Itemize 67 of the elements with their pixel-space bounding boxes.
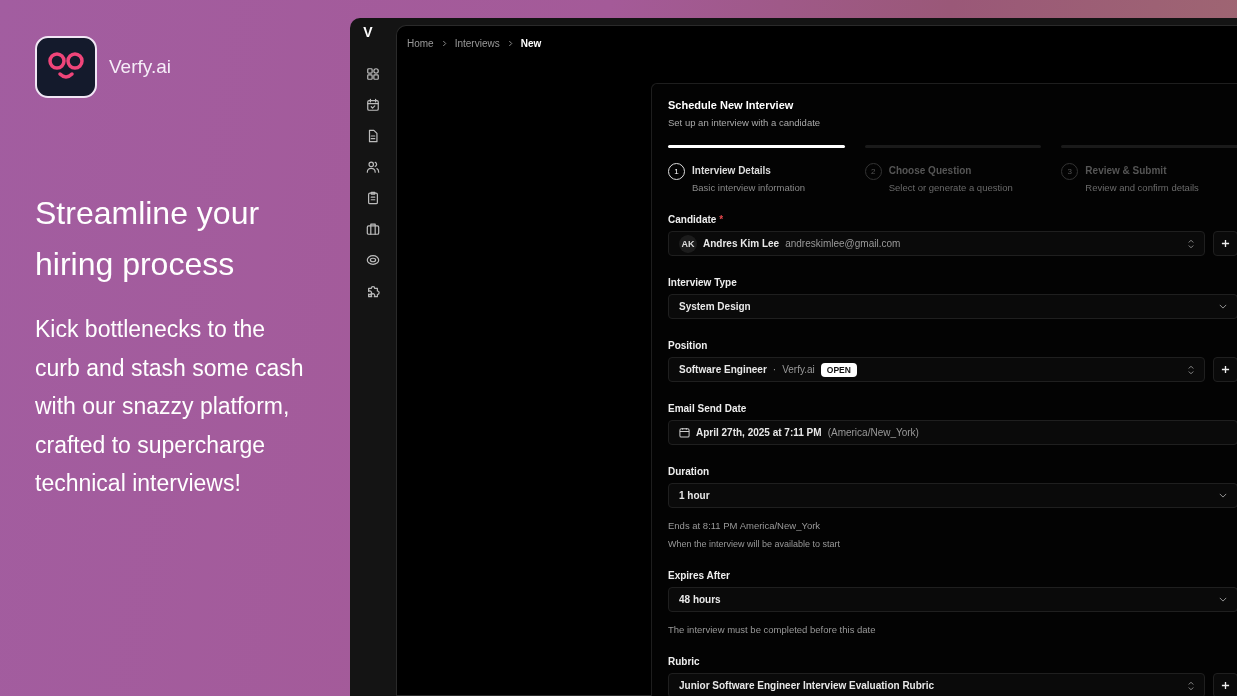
timezone-text: (America/New_York): [827, 427, 919, 438]
chevron-down-icon: [1219, 597, 1227, 602]
separator-dot: ·: [772, 364, 777, 375]
add-button[interactable]: [1213, 673, 1237, 696]
field-label: Duration: [668, 466, 710, 477]
form-subtitle: Set up an interview with a candidate: [668, 117, 822, 128]
selected-value: Junior Software Engineer Interview Evaluation Rubric: [679, 680, 935, 691]
helper-text: When the interview will be available to start: [668, 539, 842, 549]
select-field[interactable]: System Design: [668, 294, 1237, 319]
tagline: Kick bottlenecks to the curb and stash some cash with our snazzy platform, crafted to supercharge technical interviews!: [35, 315, 305, 498]
document-icon[interactable]: [366, 129, 380, 143]
eye-icon[interactable]: [366, 253, 380, 267]
date-value: April 27th, 2025 at 7:11 PM: [696, 427, 822, 438]
app-logo[interactable]: V: [363, 24, 373, 40]
candidate-email: andreskimlee@gmail.com: [785, 238, 901, 249]
brand-name: Verfy.ai: [109, 56, 171, 78]
step-tab[interactable]: 3 Review & Submit Review and confirm details: [1061, 145, 1237, 193]
logo-icon: [35, 36, 97, 98]
field-label: Rubric: [668, 656, 700, 667]
headline: Streamline your hiring process: [35, 194, 261, 284]
calendar-icon: [679, 427, 690, 438]
chevron-down-icon: [1219, 304, 1227, 309]
selected-value: System Design: [679, 301, 751, 312]
clipboard-icon[interactable]: [366, 191, 380, 205]
select-field[interactable]: Software Engineer · Verfy.ai OPEN: [668, 357, 1205, 382]
select-field[interactable]: 48 hours: [668, 587, 1237, 612]
breadcrumb-link[interactable]: Home: [407, 38, 434, 49]
up-down-chevron-icon: [1188, 238, 1194, 249]
step-tab[interactable]: 2 Choose Question Select or generate a question: [864, 145, 1042, 193]
grid-icon[interactable]: [366, 67, 380, 81]
selected-value: 48 hours: [679, 594, 721, 605]
form-title: Schedule New Interview: [668, 99, 795, 111]
plus-icon: [1221, 365, 1230, 374]
calendar-icon[interactable]: [366, 98, 380, 112]
puzzle-icon[interactable]: [366, 284, 380, 298]
up-down-chevron-icon: [1188, 680, 1194, 691]
helper-text: Ends at 8:11 PM America/New_York: [668, 520, 822, 531]
selected-value: 1 hour: [679, 490, 710, 501]
chevron-right-icon: [507, 40, 513, 47]
select-field[interactable]: 1 hour: [668, 483, 1237, 508]
add-button[interactable]: [1213, 231, 1237, 256]
field-label: Expires After: [668, 570, 730, 581]
field-label: Position: [668, 340, 708, 351]
avatar-initials: AK: [679, 234, 697, 253]
breadcrumb-link[interactable]: Interviews: [454, 38, 500, 49]
field-label: Interview Type: [668, 277, 737, 288]
position-title: Software Engineer: [679, 364, 767, 375]
field-label: Candidate: [668, 214, 717, 225]
field-label: Email Send Date: [668, 403, 747, 414]
users-icon[interactable]: [366, 160, 380, 174]
chevron-down-icon: [1219, 493, 1227, 498]
add-button[interactable]: [1213, 357, 1237, 382]
chevron-right-icon: [441, 40, 447, 47]
candidate-name: Andres Kim Lee: [703, 238, 780, 249]
status-badge: OPEN: [820, 362, 857, 377]
date-field[interactable]: April 27th, 2025 at 7:11 PM (America/New_York): [668, 420, 1237, 445]
select-field[interactable]: AK Andres Kim Lee andreskimlee@gmail.com: [668, 231, 1205, 256]
helper-text: The interview must be completed before this date: [668, 624, 877, 635]
company-name: Verfy.ai: [782, 364, 815, 375]
plus-icon: [1221, 681, 1230, 690]
breadcrumb-link[interactable]: New: [520, 38, 542, 49]
required-mark: *: [719, 214, 724, 225]
briefcase-icon[interactable]: [366, 222, 380, 236]
step-tab[interactable]: 1 Interview Details Basic interview information: [668, 145, 845, 193]
up-down-chevron-icon: [1188, 364, 1194, 375]
plus-icon: [1221, 239, 1230, 248]
select-field[interactable]: Junior Software Engineer Interview Evaluation Rubric: [668, 673, 1205, 696]
